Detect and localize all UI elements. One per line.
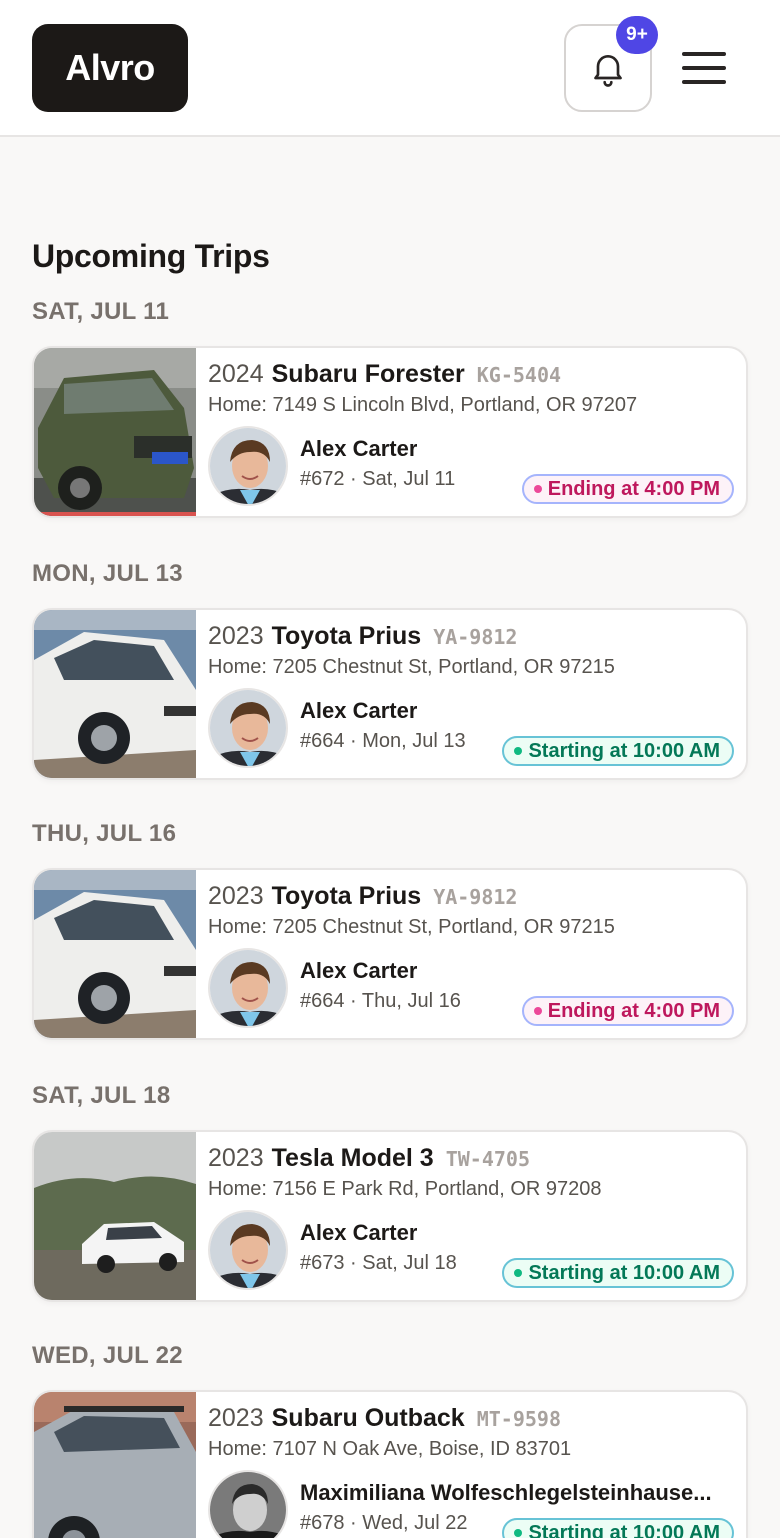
car-photo (34, 1392, 196, 1538)
renter-name: Alex Carter (300, 436, 418, 461)
renter-avatar (208, 426, 288, 506)
car-address: Home: 7149 S Lincoln Blvd, Portland, OR … (208, 394, 638, 416)
trip-day-label: WED, JUL 22 (32, 1342, 183, 1369)
status-label: Starting at 10:00 AM (528, 739, 720, 762)
car-year: 2023 (208, 1404, 264, 1432)
renter-avatar (208, 1210, 288, 1290)
car-address: Home: 7205 Chestnut St, Portland, OR 972… (208, 656, 615, 678)
license-plate: TW-4705 (445, 1147, 531, 1171)
trip-card[interactable]: 2023 Tesla Model 3 TW-4705 Home: 7156 E … (32, 1130, 748, 1302)
trip-meta: #672 · Sat, Jul 11 (300, 468, 456, 490)
trip-day-label: SAT, JUL 18 (32, 1082, 171, 1109)
status-label: Starting at 10:00 AM (528, 1521, 720, 1538)
trip-status-badge: Ending at 4:00 PM (521, 474, 734, 504)
page-title: Upcoming Trips (32, 238, 270, 274)
trip-card[interactable]: 2023 Toyota Prius YA-9812 Home: 7205 Che… (32, 868, 748, 1040)
renter-avatar (208, 948, 288, 1028)
renter-name: Maximiliana Wolfeschlegelsteinhause... (300, 1480, 712, 1505)
car-model: Subaru Forester (271, 360, 465, 388)
trip-status-badge: Starting at 10:00 AM (502, 1258, 734, 1288)
car-year: 2023 (208, 1144, 264, 1172)
car-address: Home: 7107 N Oak Ave, Boise, ID 83701 (208, 1438, 572, 1460)
trip-day-label: THU, JUL 16 (32, 820, 177, 847)
car-address: Home: 7205 Chestnut St, Portland, OR 972… (208, 916, 615, 938)
car-year: 2024 (208, 360, 264, 388)
car-model: Toyota Prius (271, 622, 422, 650)
trip-card[interactable]: 2023 Subaru Outback MT-9598 Home: 7107 N… (32, 1390, 748, 1538)
license-plate: YA-9812 (433, 625, 518, 649)
status-label: Starting at 10:00 AM (528, 1261, 720, 1284)
status-label: Ending at 4:00 PM (547, 999, 720, 1022)
trip-status-badge: Starting at 10:00 AM (502, 736, 734, 766)
trip-day-label: MON, JUL 13 (32, 560, 183, 587)
status-dot-icon (533, 485, 542, 493)
hamburger-menu-icon[interactable] (682, 52, 726, 84)
car-photo (34, 348, 196, 516)
trip-meta: #664 · Thu, Jul 16 (300, 990, 461, 1012)
app-logo[interactable]: Alvro (32, 24, 188, 112)
car-model: Toyota Prius (271, 882, 422, 910)
status-dot-icon (514, 747, 523, 755)
status-dot-icon (533, 1007, 542, 1015)
car-photo (34, 610, 196, 778)
trip-card[interactable]: 2024 Subaru Forester KG-5404 Home: 7149 … (32, 346, 748, 518)
trip-meta: #673 · Sat, Jul 18 (300, 1252, 457, 1274)
bell-icon (594, 55, 622, 87)
trip-day-label: SAT, JUL 11 (32, 298, 170, 325)
license-plate: YA-9812 (433, 885, 518, 909)
trip-status-badge: Ending at 4:00 PM (521, 996, 734, 1026)
renter-name: Alex Carter (300, 958, 418, 983)
car-year: 2023 (208, 882, 264, 910)
car-photo (34, 1132, 196, 1300)
status-label: Ending at 4:00 PM (547, 477, 720, 500)
renter-name: Alex Carter (300, 1220, 418, 1245)
license-plate: MT-9598 (476, 1407, 562, 1431)
trip-status-badge: Starting at 10:00 AM (502, 1518, 734, 1538)
status-dot-icon (514, 1529, 523, 1537)
trip-card[interactable]: 2023 Toyota Prius YA-9812 Home: 7205 Che… (32, 608, 748, 780)
app-header: Alvro 9+ (0, 0, 780, 137)
car-model: Tesla Model 3 (271, 1144, 434, 1172)
license-plate: KG-5404 (476, 363, 562, 387)
renter-name: Alex Carter (300, 698, 418, 723)
status-dot-icon (514, 1269, 523, 1277)
trip-meta: #664 · Mon, Jul 13 (300, 730, 466, 752)
notification-count-badge: 9+ (616, 16, 658, 54)
car-photo (34, 870, 196, 1038)
car-year: 2023 (208, 622, 264, 650)
renter-avatar (208, 688, 288, 768)
renter-avatar (208, 1470, 288, 1538)
car-model: Subaru Outback (271, 1404, 465, 1432)
car-address: Home: 7156 E Park Rd, Portland, OR 97208 (208, 1178, 602, 1200)
trip-meta: #678 · Wed, Jul 22 (300, 1512, 468, 1534)
